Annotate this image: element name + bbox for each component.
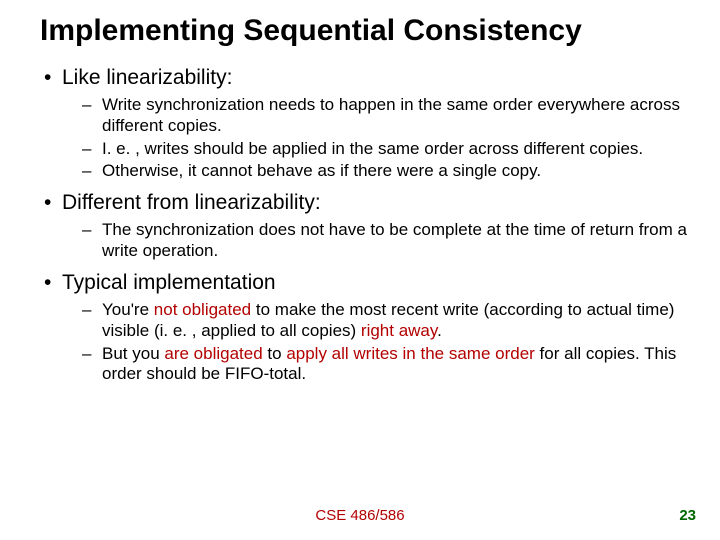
bullet-different-from-linearizability: Different from linearizability: (40, 190, 690, 216)
slide: Implementing Sequential Consistency Like… (0, 0, 720, 540)
emphasis-apply-same-order: apply all writes in the same order (286, 344, 535, 363)
sub-otherwise-single-copy: Otherwise, it cannot behave as if there … (40, 161, 690, 182)
sub-are-obligated-same-order: But you are obligated to apply all write… (40, 344, 690, 385)
text-fragment: But you (102, 344, 164, 363)
emphasis-are-obligated: are obligated (164, 344, 262, 363)
text-fragment: . (437, 321, 442, 340)
slide-content: Like linearizability: Write synchronizat… (40, 65, 690, 385)
slide-title: Implementing Sequential Consistency (40, 14, 690, 47)
emphasis-right-away: right away (361, 321, 437, 340)
bullet-like-linearizability: Like linearizability: (40, 65, 690, 91)
bullet-typical-implementation: Typical implementation (40, 270, 690, 296)
text-fragment: You're (102, 300, 154, 319)
sub-not-obligated-visible: You're not obligated to make the most re… (40, 300, 690, 341)
emphasis-not-obligated: not obligated (154, 300, 251, 319)
text-fragment: to (263, 344, 287, 363)
sub-write-sync-same-order: Write synchronization needs to happen in… (40, 95, 690, 136)
footer-course: CSE 486/586 (0, 507, 720, 524)
sub-writes-applied-same-order: I. e. , writes should be applied in the … (40, 139, 690, 160)
page-number: 23 (679, 507, 696, 524)
sub-sync-not-complete-on-return: The synchronization does not have to be … (40, 220, 690, 261)
